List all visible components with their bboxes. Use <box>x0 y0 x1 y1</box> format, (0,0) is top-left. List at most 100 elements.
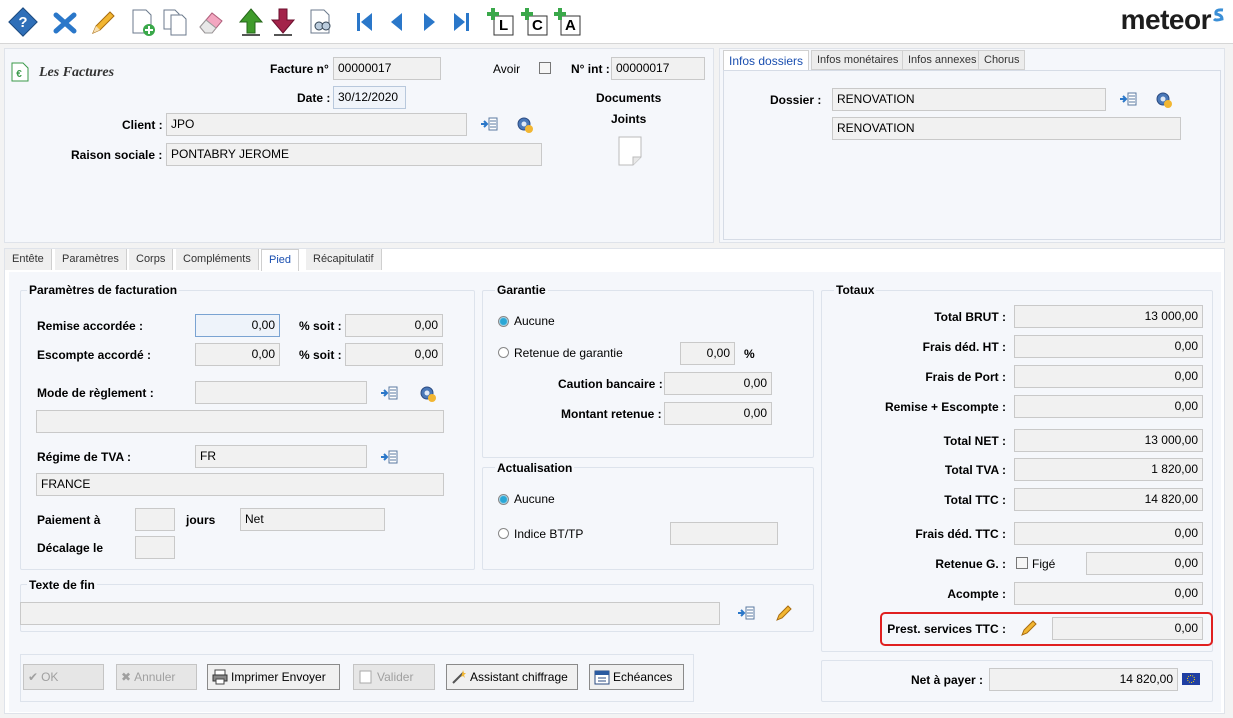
avoir-checkbox[interactable] <box>539 62 551 74</box>
decalage-label: Décalage le <box>37 541 104 555</box>
tab-pied[interactable]: Pied <box>261 249 300 271</box>
gear-icon[interactable] <box>516 116 534 134</box>
dossier-desc-field: RENOVATION <box>832 117 1181 140</box>
indice-radio[interactable] <box>498 528 509 539</box>
valider-button[interactable]: Valider <box>353 664 435 690</box>
retenue-field[interactable]: 0,00 <box>680 342 735 365</box>
tab-corps[interactable]: Corps <box>129 249 174 270</box>
acompte-field: 0,00 <box>1014 582 1203 605</box>
invoice-module-icon: € <box>11 62 29 82</box>
retenue-radio[interactable] <box>498 347 509 358</box>
gear-icon[interactable] <box>1155 91 1173 109</box>
next-icon[interactable] <box>414 7 444 37</box>
frais-ded-ttc-label: Frais déd. TTC : <box>915 527 1006 541</box>
prest-services-label: Prest. services TTC : <box>887 622 1006 636</box>
list-select-icon[interactable] <box>380 450 398 464</box>
net-payer-label: Net à payer : <box>910 673 983 687</box>
caution-field[interactable]: 0,00 <box>664 372 772 395</box>
raison-field[interactable]: PONTABRY JEROME <box>166 143 542 166</box>
edit-icon[interactable] <box>1020 619 1038 637</box>
toolbar: ? L C A meteor <box>0 0 1233 44</box>
calendar-icon <box>594 670 610 685</box>
retenue-label: Retenue de garantie <box>514 346 623 360</box>
c-letter: C <box>532 17 543 34</box>
gear-icon[interactable] <box>419 385 437 403</box>
assistant-label: Assistant chiffrage <box>470 670 568 684</box>
texte-fin-field[interactable] <box>20 602 720 625</box>
frais-ded-ttc-field: 0,00 <box>1014 522 1203 545</box>
montant-retenue-field[interactable]: 0,00 <box>664 402 772 425</box>
annuler-button[interactable]: ✖ Annuler <box>116 664 197 690</box>
add-a-icon[interactable]: A <box>553 7 583 37</box>
attachment-doc-icon[interactable] <box>616 135 644 167</box>
help-icon[interactable]: ? <box>8 7 38 37</box>
list-select-icon[interactable] <box>737 606 755 620</box>
date-field[interactable]: 30/12/2020 <box>333 86 406 109</box>
mode-reglement-label: Mode de règlement : <box>37 386 154 400</box>
copy-doc-icon[interactable] <box>160 7 190 37</box>
garantie-aucune-radio[interactable] <box>498 316 509 327</box>
ok-button[interactable]: ✔ OK <box>23 664 104 690</box>
client-field[interactable]: JPO <box>166 113 467 136</box>
dossier-field[interactable]: RENOVATION <box>832 88 1106 111</box>
wand-icon <box>452 670 466 684</box>
remise-field[interactable]: 0,00 <box>195 314 280 337</box>
list-select-icon[interactable] <box>480 117 498 131</box>
add-c-icon[interactable]: C <box>520 7 550 37</box>
validate-doc-icon <box>359 670 372 684</box>
tab-chorus[interactable]: Chorus <box>978 50 1026 70</box>
edit-icon[interactable] <box>775 604 793 622</box>
last-icon[interactable] <box>446 7 476 37</box>
prev-icon[interactable] <box>382 7 412 37</box>
arrow-up-icon[interactable] <box>236 7 266 37</box>
paiement-label: Paiement à <box>37 513 101 527</box>
echeances-button[interactable]: Echéances <box>589 664 684 690</box>
paiement-days-field[interactable] <box>135 508 175 531</box>
list-select-icon[interactable] <box>380 386 398 400</box>
indice-field[interactable] <box>670 522 778 545</box>
tab-entete[interactable]: Entête <box>5 249 52 270</box>
arrow-down-icon[interactable] <box>268 7 298 37</box>
tab-complements[interactable]: Compléments <box>176 249 259 270</box>
tab-infos-annexes[interactable]: Infos annexes <box>902 50 983 70</box>
tab-recapitulatif[interactable]: Récapitulatif <box>306 249 382 270</box>
nint-field[interactable]: 00000017 <box>611 57 705 80</box>
paiement-type-field[interactable]: Net <box>240 508 385 531</box>
mode-reglement-field[interactable] <box>195 381 367 404</box>
add-l-icon[interactable]: L <box>486 7 516 37</box>
annuler-label: Annuler <box>134 670 176 684</box>
escompte-soit-field[interactable]: 0,00 <box>345 343 443 366</box>
actualisation-aucune-radio[interactable] <box>498 494 509 505</box>
delete-icon[interactable] <box>50 7 80 37</box>
total-ttc-label: Total TTC : <box>944 493 1006 507</box>
new-doc-icon[interactable] <box>128 7 158 37</box>
regime-tva-label: Régime de TVA : <box>37 450 132 464</box>
indice-label: Indice BT/TP <box>514 527 584 541</box>
regime-tva-field[interactable]: FR <box>195 445 367 468</box>
imprimer-label: Imprimer Envoyer <box>231 670 326 684</box>
total-brut-label: Total BRUT : <box>934 310 1006 324</box>
eraser-icon[interactable] <box>196 7 226 37</box>
date-label: Date : <box>297 91 331 105</box>
frais-ded-ht-field: 0,00 <box>1014 335 1203 358</box>
imprimer-envoyer-button[interactable]: Imprimer Envoyer <box>207 664 340 690</box>
tab-infos-dossiers[interactable]: Infos dossiers <box>723 50 810 70</box>
svg-text:?: ? <box>18 14 27 31</box>
tab-parametres[interactable]: Paramètres <box>55 249 127 270</box>
print-preview-icon[interactable] <box>306 7 336 37</box>
frais-port-field[interactable]: 0,00 <box>1014 365 1203 388</box>
garantie-title: Garantie <box>495 283 548 297</box>
remise-pct-label: % soit : <box>299 319 342 333</box>
list-select-icon[interactable] <box>1119 92 1137 106</box>
fige-checkbox[interactable] <box>1016 557 1028 569</box>
decalage-field[interactable] <box>135 536 175 559</box>
svg-text:€: € <box>16 69 22 80</box>
edit-icon[interactable] <box>88 7 118 37</box>
remise-soit-field[interactable]: 0,00 <box>345 314 443 337</box>
assistant-chiffrage-button[interactable]: Assistant chiffrage <box>446 664 578 690</box>
first-icon[interactable] <box>350 7 380 37</box>
facture-number-field[interactable]: 00000017 <box>333 57 441 80</box>
texte-fin-title: Texte de fin <box>27 578 97 592</box>
escompte-field[interactable]: 0,00 <box>195 343 280 366</box>
tab-infos-monetaires[interactable]: Infos monétaires <box>811 50 905 70</box>
